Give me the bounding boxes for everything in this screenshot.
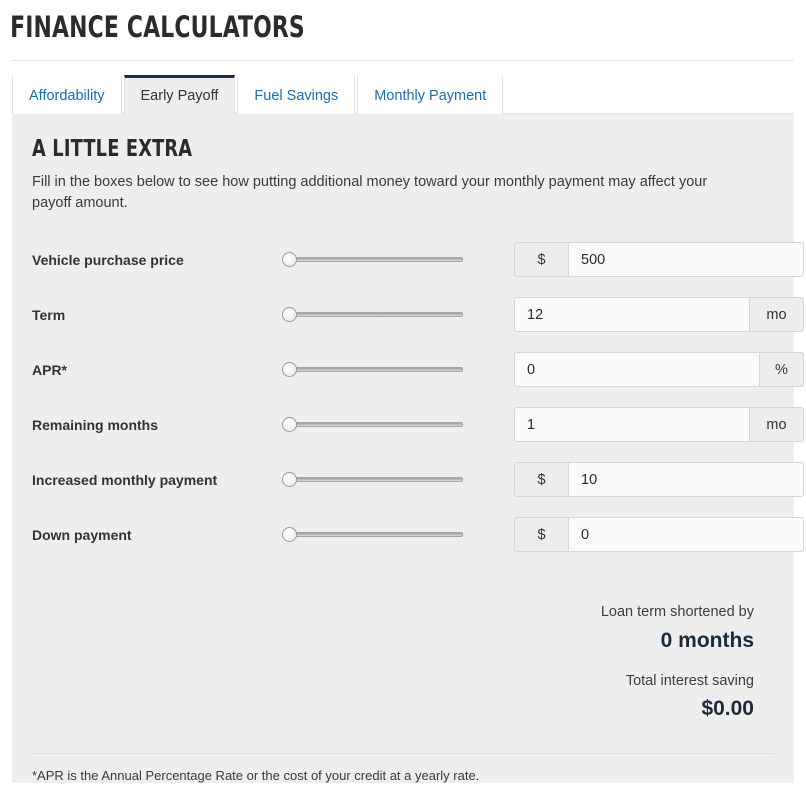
footnote: *APR is the Annual Percentage Rate or th…	[32, 767, 480, 783]
tab-monthly-payment[interactable]: Monthly Payment	[357, 75, 504, 115]
field-input-group: $	[514, 462, 804, 498]
field-label: APR*	[32, 361, 68, 378]
field-row: Increased monthly payment $	[32, 452, 804, 507]
calculator-panel: A LITTLE EXTRA Fill in the boxes below t…	[12, 113, 804, 784]
result-block: Loan term shortened by 0 months	[32, 602, 754, 656]
field-slider[interactable]	[282, 305, 482, 325]
field-value-input[interactable]	[514, 297, 750, 333]
panel-heading: A LITTLE EXTRA	[32, 136, 193, 163]
field-value-input[interactable]	[514, 352, 760, 388]
calculator-fields: Vehicle purchase price$TermmoAPR*%Remain…	[32, 232, 804, 562]
field-label: Term	[32, 306, 66, 323]
field-row: Remaining months mo	[32, 397, 804, 452]
field-input-group: $	[514, 242, 804, 278]
slider-handle[interactable]	[282, 362, 297, 378]
result-block: Total interest saving $0.00	[32, 671, 754, 725]
field-label: Increased monthly payment	[32, 471, 218, 488]
field-label: Vehicle purchase price	[32, 251, 184, 268]
slider-track[interactable]	[287, 367, 463, 373]
tab-early-payoff[interactable]: Early Payoff	[123, 75, 236, 115]
field-input-group: mo	[514, 297, 804, 333]
slider-track[interactable]	[287, 532, 463, 538]
slider-track[interactable]	[287, 257, 463, 263]
field-label: Remaining months	[32, 416, 159, 433]
field-row: Vehicle purchase price $	[32, 232, 804, 287]
results-section: Loan term shortened by 0 months Total inte…	[32, 602, 774, 725]
result-value: $0.00	[701, 697, 754, 721]
field-row: Term mo	[32, 287, 804, 342]
field-value-input[interactable]	[568, 462, 804, 498]
input-suffix-addon: %	[760, 352, 804, 388]
slider-track[interactable]	[287, 312, 463, 318]
field-slider[interactable]	[282, 415, 482, 435]
field-value-input[interactable]	[568, 242, 804, 278]
input-prefix-addon: $	[514, 517, 568, 553]
title-divider	[12, 60, 794, 61]
field-row: APR*%	[32, 342, 804, 397]
input-suffix-addon: mo	[750, 297, 804, 333]
input-prefix-addon: $	[514, 242, 568, 278]
page-title: FINANCE CALCULATORS	[10, 10, 305, 44]
tab-bar: Affordability Early Payoff Fuel Savings Mon…	[0, 75, 806, 115]
field-input-group: mo	[514, 407, 804, 443]
input-suffix-addon: mo	[750, 407, 804, 443]
field-value-input[interactable]	[568, 517, 804, 553]
field-slider[interactable]	[282, 470, 482, 490]
tab-fuel-savings[interactable]: Fuel Savings	[237, 75, 356, 115]
field-value-input[interactable]	[514, 407, 750, 443]
result-value: 0 months	[660, 629, 754, 653]
slider-track[interactable]	[287, 422, 463, 428]
field-input-group: %	[514, 352, 804, 388]
field-row: Down payment $	[32, 507, 804, 562]
slider-handle[interactable]	[282, 472, 297, 488]
panel-description: Fill in the boxes below to see how putti…	[32, 174, 708, 212]
field-slider[interactable]	[282, 250, 482, 270]
field-input-group: $	[514, 517, 804, 553]
slider-handle[interactable]	[282, 417, 297, 433]
slider-handle[interactable]	[282, 527, 297, 543]
field-label: Down payment	[32, 526, 132, 543]
field-slider[interactable]	[282, 360, 482, 380]
tab-affordability[interactable]: Affordability	[12, 75, 122, 115]
result-label: Total interest saving	[625, 672, 754, 689]
input-prefix-addon: $	[514, 462, 568, 498]
slider-track[interactable]	[287, 477, 463, 483]
slider-handle[interactable]	[282, 307, 297, 323]
slider-handle[interactable]	[282, 252, 297, 268]
result-label: Loan term shortened by	[600, 604, 754, 621]
field-slider[interactable]	[282, 525, 482, 545]
